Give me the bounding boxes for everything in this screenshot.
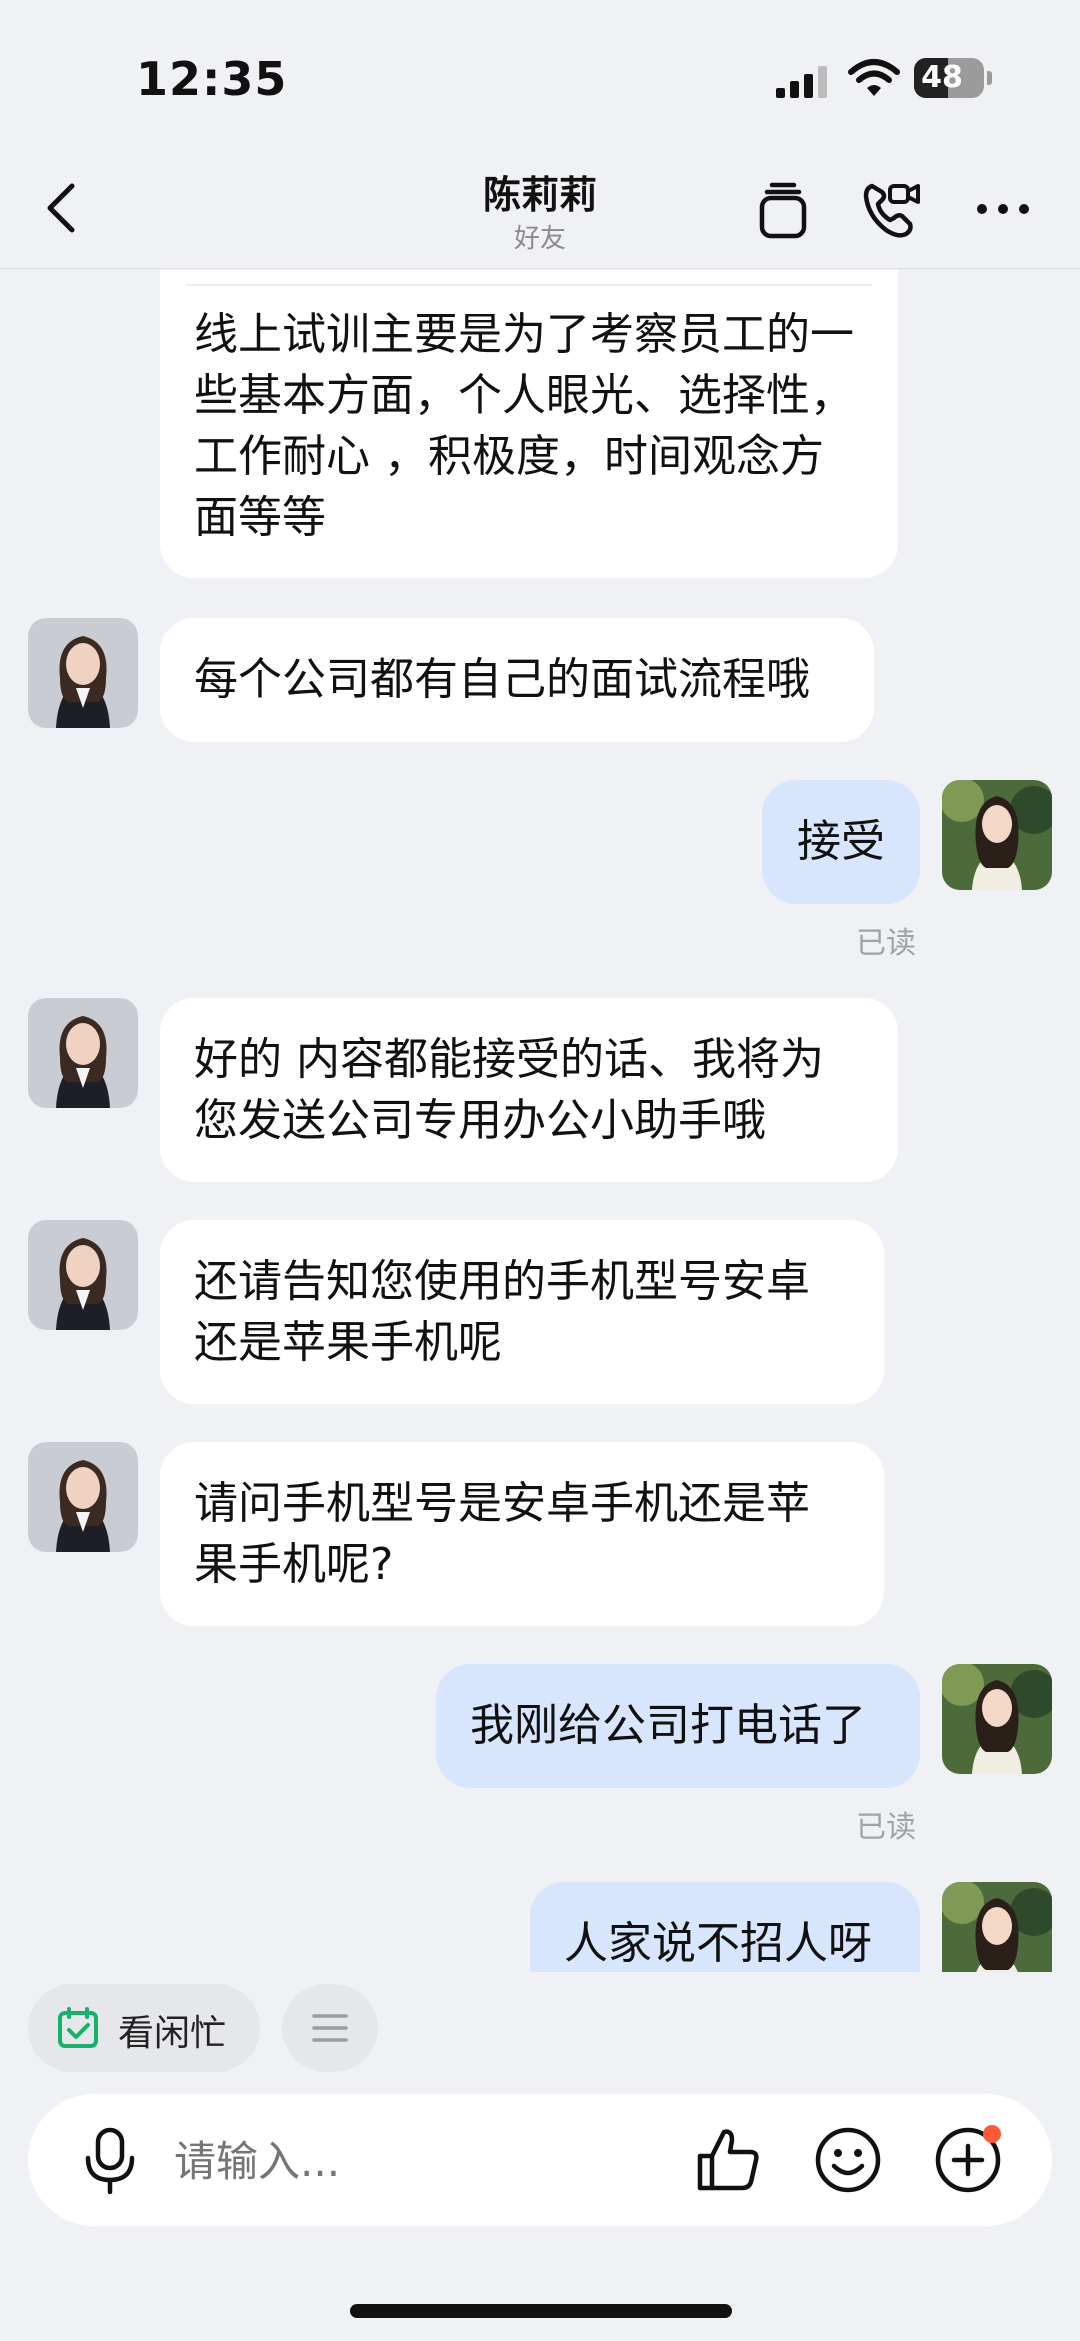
microphone-icon[interactable] [72, 2122, 148, 2198]
read-receipt: 已读 [856, 926, 916, 961]
quick-actions: 看闲忙 [0, 1984, 1080, 2078]
message-input-bar [28, 2094, 1052, 2226]
avatar-self[interactable] [942, 780, 1052, 890]
read-receipt: 已读 [856, 1810, 916, 1845]
signal-icon [776, 66, 827, 98]
message-bubble-incoming[interactable]: 线上试训主要是为了考察员工的一些基本方面，个人眼光、选择性，工作耐心 ，积极度，… [160, 270, 898, 578]
message-bubble-outgoing[interactable]: 人家说不招人呀 [530, 1882, 920, 1972]
message-bubble-outgoing[interactable]: 接受 [762, 780, 920, 904]
card-stack-icon[interactable] [750, 176, 816, 242]
calendar-check-icon [58, 2007, 98, 2048]
status-time: 12:35 [136, 52, 288, 106]
message-text: 好的 内容都能接受的话、我将为您发送公司专用办公小助手哦 [194, 1034, 824, 1146]
message-list[interactable]: 线上试训主要是为了考察员工的一些基本方面，个人眼光、选择性，工作耐心 ，积极度，… [0, 270, 1080, 1972]
plus-icon[interactable] [930, 2122, 1006, 2198]
battery-level: 48 [921, 60, 963, 95]
menu-icon [312, 2014, 348, 2042]
thumbs-up-icon[interactable] [690, 2122, 766, 2198]
wifi-icon [848, 59, 900, 96]
notification-dot [983, 2125, 1001, 2143]
message-input[interactable] [172, 2128, 696, 2194]
battery-indicator: 48 [914, 58, 992, 98]
busy-status-label: 看闲忙 [118, 2013, 227, 2054]
message-bubble-outgoing[interactable]: 我刚给公司打电话了 [436, 1664, 920, 1788]
message-text: 每个公司都有自己的面试流程哦 [194, 654, 810, 705]
message-bubble-incoming[interactable]: 每个公司都有自己的面试流程哦 [160, 618, 874, 742]
status-bar: 12:35 48 [0, 0, 1080, 150]
home-indicator[interactable] [350, 2304, 732, 2318]
avatar-self[interactable] [942, 1664, 1052, 1774]
avatar-contact[interactable] [28, 618, 138, 728]
message-bubble-incoming[interactable]: 好的 内容都能接受的话、我将为您发送公司专用办公小助手哦 [160, 998, 898, 1182]
message-text: 我刚给公司打电话了 [470, 1700, 866, 1751]
video-call-icon[interactable] [858, 176, 924, 242]
avatar-contact[interactable] [28, 1442, 138, 1552]
message-text: 线上试训主要是为了考察员工的一些基本方面，个人眼光、选择性，工作耐心 ，积极度，… [194, 309, 854, 543]
message-text: 请问手机型号是安卓手机还是苹果手机呢? [194, 1478, 810, 1590]
message-text: 人家说不招人呀 [564, 1918, 872, 1969]
avatar-contact[interactable] [28, 998, 138, 1108]
busy-status-chip[interactable]: 看闲忙 [28, 1984, 260, 2072]
message-bubble-incoming[interactable]: 还请告知您使用的手机型号安卓还是苹果手机呢 [160, 1220, 884, 1404]
avatar-contact[interactable] [28, 1220, 138, 1330]
menu-chip[interactable] [282, 1984, 378, 2072]
avatar-self[interactable] [942, 1882, 1052, 1972]
chat-header: 陈莉莉 好友 [0, 150, 1080, 269]
more-icon[interactable] [970, 176, 1036, 242]
message-text: 还请告知您使用的手机型号安卓还是苹果手机呢 [194, 1256, 810, 1368]
emoji-icon[interactable] [810, 2122, 886, 2198]
message-bubble-incoming[interactable]: 请问手机型号是安卓手机还是苹果手机呢? [160, 1442, 884, 1626]
message-text: 接受 [797, 816, 885, 867]
